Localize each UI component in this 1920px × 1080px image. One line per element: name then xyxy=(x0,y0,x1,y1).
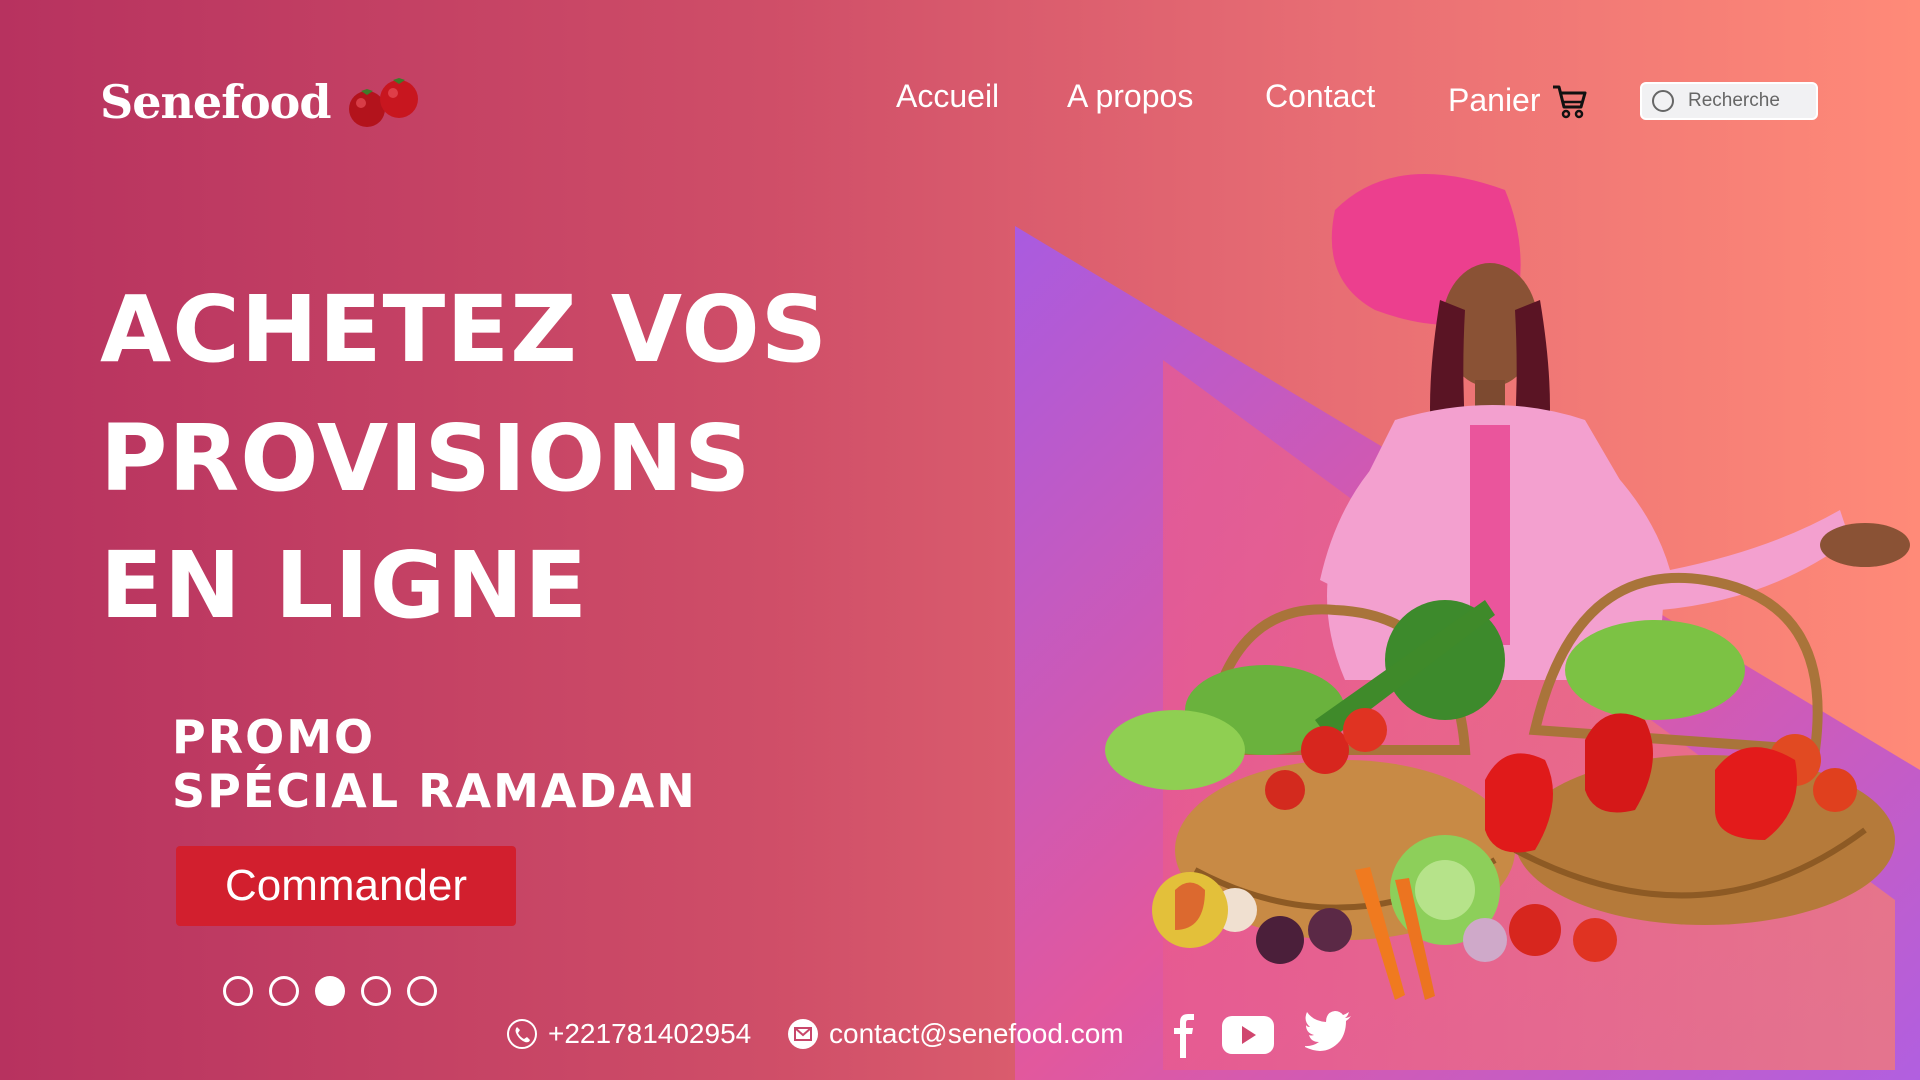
email-address: contact@senefood.com xyxy=(829,1018,1124,1049)
nav-a-propos[interactable]: A propos xyxy=(1067,78,1193,115)
hero-line-2: PROVISIONS xyxy=(100,405,752,512)
carousel-dot-1[interactable] xyxy=(223,976,253,1006)
youtube-icon[interactable] xyxy=(1222,1016,1274,1054)
carousel-dot-3[interactable] xyxy=(315,976,345,1006)
hero-line-1: ACHETEZ VOS xyxy=(100,276,828,383)
hero-line-3: EN LIGNE xyxy=(100,532,589,639)
commander-button[interactable]: Commander xyxy=(176,846,516,926)
nav-panier[interactable]: Panier xyxy=(1448,82,1587,119)
carousel-dot-5[interactable] xyxy=(407,976,437,1006)
phone-icon xyxy=(507,1019,537,1049)
phone-number: +221781402954 xyxy=(548,1018,752,1049)
facebook-icon[interactable] xyxy=(1172,1014,1196,1058)
email-icon xyxy=(788,1019,818,1049)
footer-phone[interactable]: +221781402954 xyxy=(506,1018,751,1050)
search-box xyxy=(1640,82,1818,120)
nav-contact[interactable]: Contact xyxy=(1265,78,1375,115)
twitter-icon[interactable] xyxy=(1305,1010,1353,1052)
search-input[interactable] xyxy=(1686,89,1810,113)
search-icon xyxy=(1652,90,1674,112)
carousel-dot-4[interactable] xyxy=(361,976,391,1006)
hero-visual xyxy=(1015,150,1920,1080)
carousel-dot-2[interactable] xyxy=(269,976,299,1006)
nav-accueil[interactable]: Accueil xyxy=(896,78,999,115)
footer-bar: +221781402954 contact@senefood.com xyxy=(0,1011,1920,1060)
cart-icon xyxy=(1552,85,1586,118)
main-nav: Accueil A propos Contact Panier xyxy=(0,78,1920,128)
nav-panier-label: Panier xyxy=(1448,82,1541,118)
promo-subtitle: SPÉCIAL RAMADAN xyxy=(172,764,697,818)
footer-email[interactable]: contact@senefood.com xyxy=(787,1018,1124,1050)
carousel-dots xyxy=(223,976,437,1006)
hero-image xyxy=(1015,174,1920,1080)
promo-title: PROMO xyxy=(172,710,376,764)
